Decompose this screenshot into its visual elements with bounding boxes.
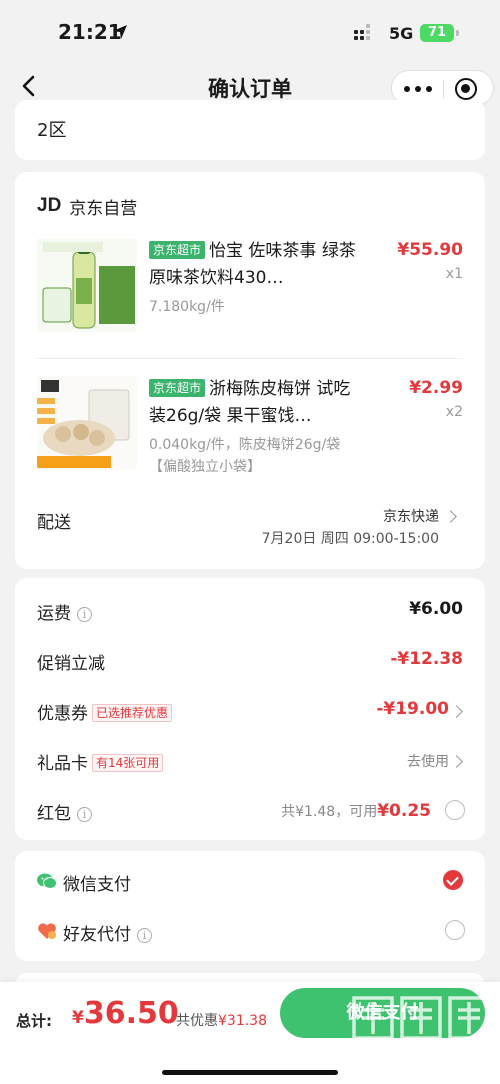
coupon-badge: 已选推荐优惠	[92, 704, 173, 722]
location-arrow-icon	[113, 25, 127, 39]
promo-label: 促销立减	[37, 654, 105, 674]
total-label: 总计:	[16, 1012, 52, 1030]
redpacket-row[interactable]: 红包 i 共¥1.48，可用¥0.25	[37, 796, 465, 826]
redpacket-radio[interactable]	[445, 800, 465, 820]
chevron-right-icon[interactable]	[444, 510, 457, 523]
promo-value: -¥12.38	[390, 649, 463, 669]
chevron-right-icon[interactable]	[450, 755, 463, 768]
product-spec: 0.040kg/件，陈皮梅饼26g/袋【偏酸独立小袋】	[149, 437, 341, 475]
home-indicator	[162, 1070, 338, 1075]
delivery-method[interactable]: 京东快递	[383, 506, 439, 526]
product-image-plum-cake	[37, 376, 137, 470]
watermark-logo	[352, 996, 490, 1040]
redpacket-note: 共¥1.48，可用	[281, 804, 378, 820]
info-icon[interactable]: i	[77, 607, 92, 622]
coupon-label: 优惠券	[37, 704, 88, 724]
shop-name: 京东自营	[69, 198, 138, 219]
product-item[interactable]: 京东超市 怡宝 佐味茶事 绿茶 原味茶饮料430… 7.180kg/件 ¥55.9…	[37, 238, 463, 338]
more-icon[interactable]	[404, 86, 432, 92]
product-item[interactable]: 京东超市 浙梅陈皮梅饼 试吃装26g/袋 果干蜜饯… 0.040kg/件，陈皮梅饼…	[37, 376, 463, 486]
promo-row: 促销立减 -¥12.38	[37, 646, 463, 676]
product-title: 京东超市 浙梅陈皮梅饼 试吃装26g/袋 果干蜜饯…	[149, 376, 359, 430]
shop-header: JD 京东自营	[37, 194, 138, 219]
network-label: 5G	[389, 24, 414, 43]
redpacket-label: 红包	[37, 804, 71, 824]
target-icon[interactable]	[455, 78, 477, 100]
friend-pay-radio[interactable]	[445, 920, 465, 940]
battery-cap	[456, 30, 459, 36]
delivery-time[interactable]: 7月20日 周四 09:00-15:00	[262, 528, 439, 548]
products-card: JD 京东自营 京东超市 怡宝 佐味茶事 绿茶 原味茶饮料430… 7.180kg…	[15, 172, 485, 569]
product-divider	[37, 358, 463, 359]
shipping-fee-row: 运费 i ¥6.00	[37, 596, 463, 626]
product-quantity: x1	[445, 266, 463, 282]
total-value: 36.50	[83, 996, 179, 1031]
product-price: ¥2.99	[409, 378, 463, 398]
jd-supermarket-tag: 京东超市	[149, 379, 206, 397]
capsule-divider	[443, 80, 444, 98]
product-quantity: x2	[445, 404, 463, 420]
wechat-pay-option[interactable]: 微信支付	[37, 867, 463, 897]
info-icon[interactable]: i	[77, 807, 92, 822]
total-discount: 共优惠¥31.38	[176, 1010, 267, 1030]
product-price: ¥55.90	[397, 240, 463, 260]
total-amount: ¥36.50	[72, 996, 179, 1031]
giftcard-action[interactable]: 去使用	[407, 751, 449, 771]
product-image-green-tea	[37, 238, 137, 332]
checkout-bar: 总计: ¥36.50 共优惠¥31.38 微信支付	[0, 982, 500, 1084]
jd-logo: JD	[37, 195, 62, 216]
friend-pay-option[interactable]: 好友代付 i	[37, 917, 465, 947]
wechat-pay-label: 微信支付	[63, 875, 131, 895]
discount-value: ¥31.38	[218, 1013, 267, 1029]
status-bar: 21:21 5G 71	[0, 0, 500, 60]
payment-card: 微信支付 好友代付 i	[15, 851, 485, 961]
jd-supermarket-tag: 京东超市	[149, 241, 206, 259]
discount-prefix: 共优惠	[176, 1013, 218, 1029]
address-card[interactable]: 2区	[15, 100, 485, 160]
product-title: 京东超市 怡宝 佐味茶事 绿茶 原味茶饮料430…	[149, 238, 359, 292]
giftcard-badge: 有14张可用	[92, 754, 164, 772]
checked-radio-icon[interactable]	[443, 870, 463, 890]
shipping-fee-label: 运费	[37, 604, 71, 624]
friend-pay-label: 好友代付	[63, 925, 131, 945]
total-currency: ¥	[72, 1008, 84, 1028]
address-text: 2区	[37, 120, 67, 141]
info-icon[interactable]: i	[137, 928, 152, 943]
heart-gift-icon	[38, 923, 56, 939]
shipping-fee-value: ¥6.00	[409, 599, 463, 619]
giftcard-label: 礼品卡	[37, 754, 88, 774]
chevron-right-icon[interactable]	[450, 705, 463, 718]
battery-icon: 71	[420, 24, 454, 42]
redpacket-value: ¥0.25	[377, 801, 431, 821]
giftcard-row[interactable]: 礼品卡 有14张可用 去使用	[37, 746, 463, 776]
product-spec: 7.180kg/件	[149, 299, 225, 315]
fees-card: 运费 i ¥6.00 促销立减 -¥12.38 优惠券 已选推荐优惠 -¥19.00…	[15, 578, 485, 840]
delivery-label: 配送	[37, 513, 71, 533]
wechat-icon	[37, 873, 57, 889]
coupon-row[interactable]: 优惠券 已选推荐优惠 -¥19.00	[37, 696, 463, 726]
coupon-value: -¥19.00	[376, 699, 449, 719]
